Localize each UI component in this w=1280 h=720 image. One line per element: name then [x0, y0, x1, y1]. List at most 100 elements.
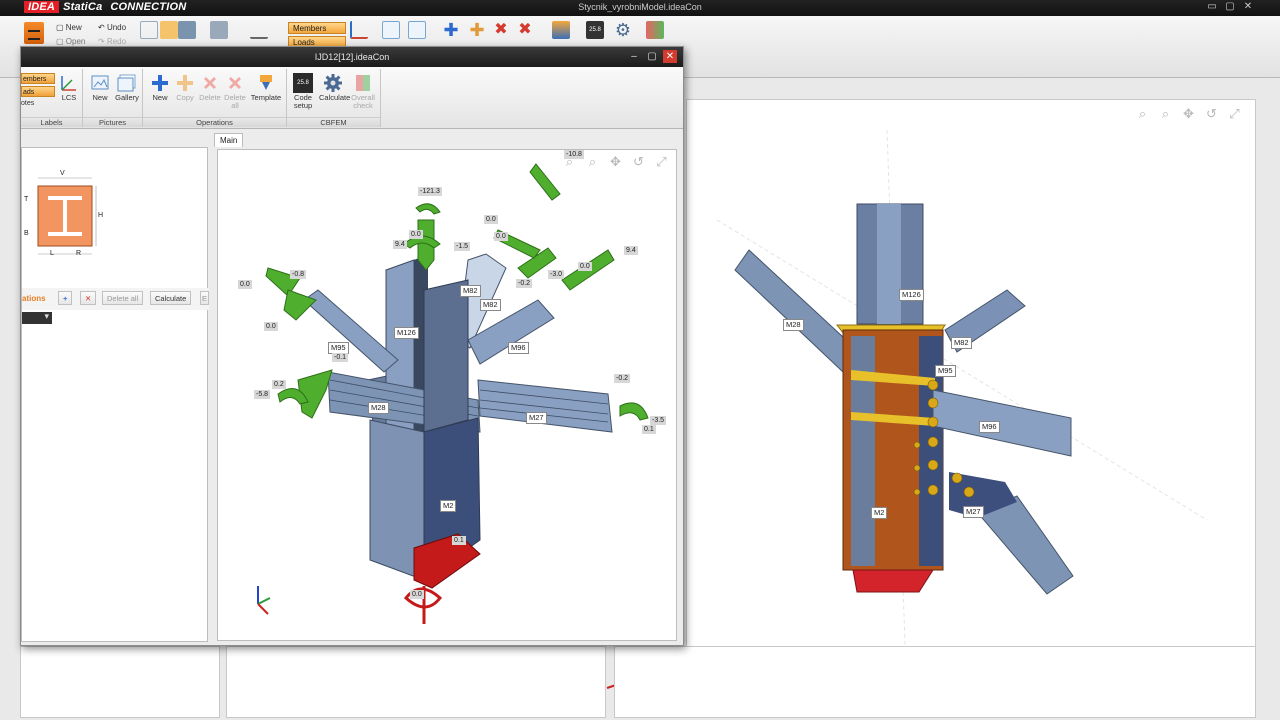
main-window-title: Stycnik_vyrobniModel.ideaCon	[578, 2, 702, 12]
picture-new-icon	[91, 75, 109, 90]
gallery-icon[interactable]	[408, 21, 426, 39]
app-menu-button[interactable]	[24, 22, 44, 44]
delete-all-button[interactable]: Delete all	[221, 71, 249, 115]
main-label-m95: M95	[935, 365, 956, 377]
member-line-icon[interactable]	[250, 21, 268, 39]
delete-all-icon	[229, 77, 241, 89]
load-value: 0.0	[264, 322, 278, 331]
delete-button[interactable]: Delete	[196, 71, 224, 115]
template-icon[interactable]	[552, 21, 570, 39]
load-value: -5.8	[254, 390, 271, 399]
member-column-icon[interactable]	[178, 21, 196, 39]
gallery-button[interactable]: Gallery	[113, 71, 141, 115]
code-setup-label: Code setup	[293, 93, 313, 110]
group-label-cbfem: CBFEM	[287, 117, 380, 127]
child-titlebar[interactable]: IJD12[12].ideaCon – ▢ ✕	[21, 47, 683, 67]
picture-new-button[interactable]: New	[86, 71, 114, 115]
main-label-m96: M96	[979, 421, 1000, 433]
properties-panel: V T B H L R ations + ✕ Delete all Calcul…	[21, 147, 209, 642]
copy-operation-icon[interactable]: ✚	[468, 21, 486, 39]
load-value: 0.1	[452, 536, 466, 545]
copy-button[interactable]: Copy	[171, 71, 199, 115]
dim-l: L	[50, 250, 54, 257]
operation-selector-dropdown[interactable]	[22, 311, 52, 324]
load-value: 0.0	[238, 280, 252, 289]
lcs-button[interactable]: LCS	[55, 71, 83, 115]
child-maximize-button[interactable]: ▢	[645, 50, 659, 63]
lcs-label: LCS	[61, 93, 77, 102]
tab-main[interactable]: Main	[214, 133, 244, 147]
calculate-label: Calculate	[319, 93, 351, 102]
load-value: 9.4	[393, 240, 407, 249]
operations-title: ations	[22, 294, 46, 303]
calculate-gear-icon[interactable]: ⚙	[614, 21, 632, 39]
load-value: -10.8	[564, 150, 584, 159]
member-beam-icon[interactable]	[210, 21, 228, 39]
main-label-m126: M126	[899, 289, 924, 301]
code-setup-icon[interactable]: 25.8	[586, 21, 604, 39]
child-minimize-button[interactable]: –	[627, 50, 641, 63]
members-tool-icon[interactable]	[140, 21, 158, 39]
load-value: 0.0	[409, 230, 423, 239]
lcs-icon[interactable]	[350, 21, 368, 39]
operations-toolbar: ations + ✕ Delete all Calculate E	[22, 288, 209, 310]
load-value: -0.1	[332, 353, 349, 362]
main-bottom-panels	[20, 646, 1260, 720]
child-window[interactable]: IJD12[12].ideaCon – ▢ ✕ embers ads otes …	[20, 46, 684, 646]
ops-more-button[interactable]: E	[200, 291, 209, 305]
main-new-button[interactable]: ▢ New	[56, 23, 82, 32]
child-3d-viewport[interactable]: ⌕ ⌕ ✥ ↺ ⤢ M126 M95 M28 M82 M82 M96 M27 M…	[217, 149, 677, 641]
main-titlebar: IDEA StatiCa CONNECTION Stycnik_vyrobniMod…	[0, 0, 1280, 16]
new-operation-icon[interactable]: ✚	[442, 21, 460, 39]
main-minimize-button[interactable]: ▭	[1205, 1, 1219, 13]
child-close-button[interactable]: ✕	[663, 50, 677, 63]
member-select-icon[interactable]	[160, 21, 178, 39]
delete-all-icon[interactable]: ✖	[516, 21, 534, 39]
code-setup-button[interactable]: 25.8 Code setup	[289, 71, 317, 115]
labels-notes-tag[interactable]: otes	[21, 100, 34, 107]
dim-h: H	[98, 212, 104, 219]
main-maximize-button[interactable]: ▢	[1223, 1, 1237, 13]
labels-loads-tag[interactable]: ads	[21, 86, 55, 97]
load-value: 0.2	[272, 380, 286, 389]
ribbon-group-operations: New Copy Delete Delete all Template Oper…	[143, 69, 287, 127]
overall-check-icon[interactable]	[646, 21, 664, 39]
calculate-button[interactable]: Calculate	[319, 71, 351, 115]
ribbon-group-pictures: New Gallery Pictures	[83, 69, 143, 127]
overall-check-label: Overall check	[351, 93, 375, 110]
members-tag[interactable]: Members	[288, 22, 346, 34]
main-redo-button[interactable]: ↷ Redo	[98, 37, 126, 46]
label-m82-b: M82	[480, 299, 501, 311]
main-panel-properties	[20, 646, 220, 718]
labels-members-tag[interactable]: embers	[21, 73, 55, 84]
operation-new-label: New	[152, 93, 168, 102]
template-icon	[260, 75, 272, 90]
load-value: -1.5	[454, 242, 471, 251]
operation-new-button[interactable]: New	[146, 71, 174, 115]
main-close-button[interactable]: ✕	[1241, 1, 1255, 13]
dim-t: T	[24, 196, 29, 203]
ops-remove-button[interactable]: ✕	[80, 291, 97, 305]
delete-operation-icon[interactable]: ✖	[492, 21, 510, 39]
gear-icon	[324, 74, 342, 92]
main-3d-viewport[interactable]: ⌕ ⌕ ✥ ↺ ⤢ M126 M28 M82 M95 M96 M2 M27	[606, 99, 1256, 716]
label-m96: M96	[508, 342, 529, 354]
load-value: -3.0	[548, 270, 565, 279]
main-panel-right	[614, 646, 1256, 718]
ops-delete-all-button[interactable]: Delete all	[102, 291, 144, 305]
picture-new-icon[interactable]	[382, 21, 400, 39]
load-value: 0.0	[578, 262, 592, 271]
gallery-icon	[117, 74, 136, 92]
ribbon-group-labels: embers ads otes LCS Labels	[21, 69, 83, 127]
main-undo-button[interactable]: ↶ Undo	[98, 23, 126, 32]
template-button[interactable]: Template	[249, 71, 283, 115]
label-m27: M27	[526, 412, 547, 424]
ops-calculate-button[interactable]: Calculate	[150, 291, 192, 305]
main-label-m28: M28	[783, 319, 804, 331]
load-value: -0.2	[614, 374, 631, 383]
copy-label: Copy	[176, 93, 194, 102]
plus-icon	[152, 75, 168, 91]
overall-check-button[interactable]: Overall check	[349, 71, 377, 115]
ops-add-button[interactable]: +	[58, 291, 73, 305]
main-open-button[interactable]: ▢ Open	[56, 37, 85, 46]
